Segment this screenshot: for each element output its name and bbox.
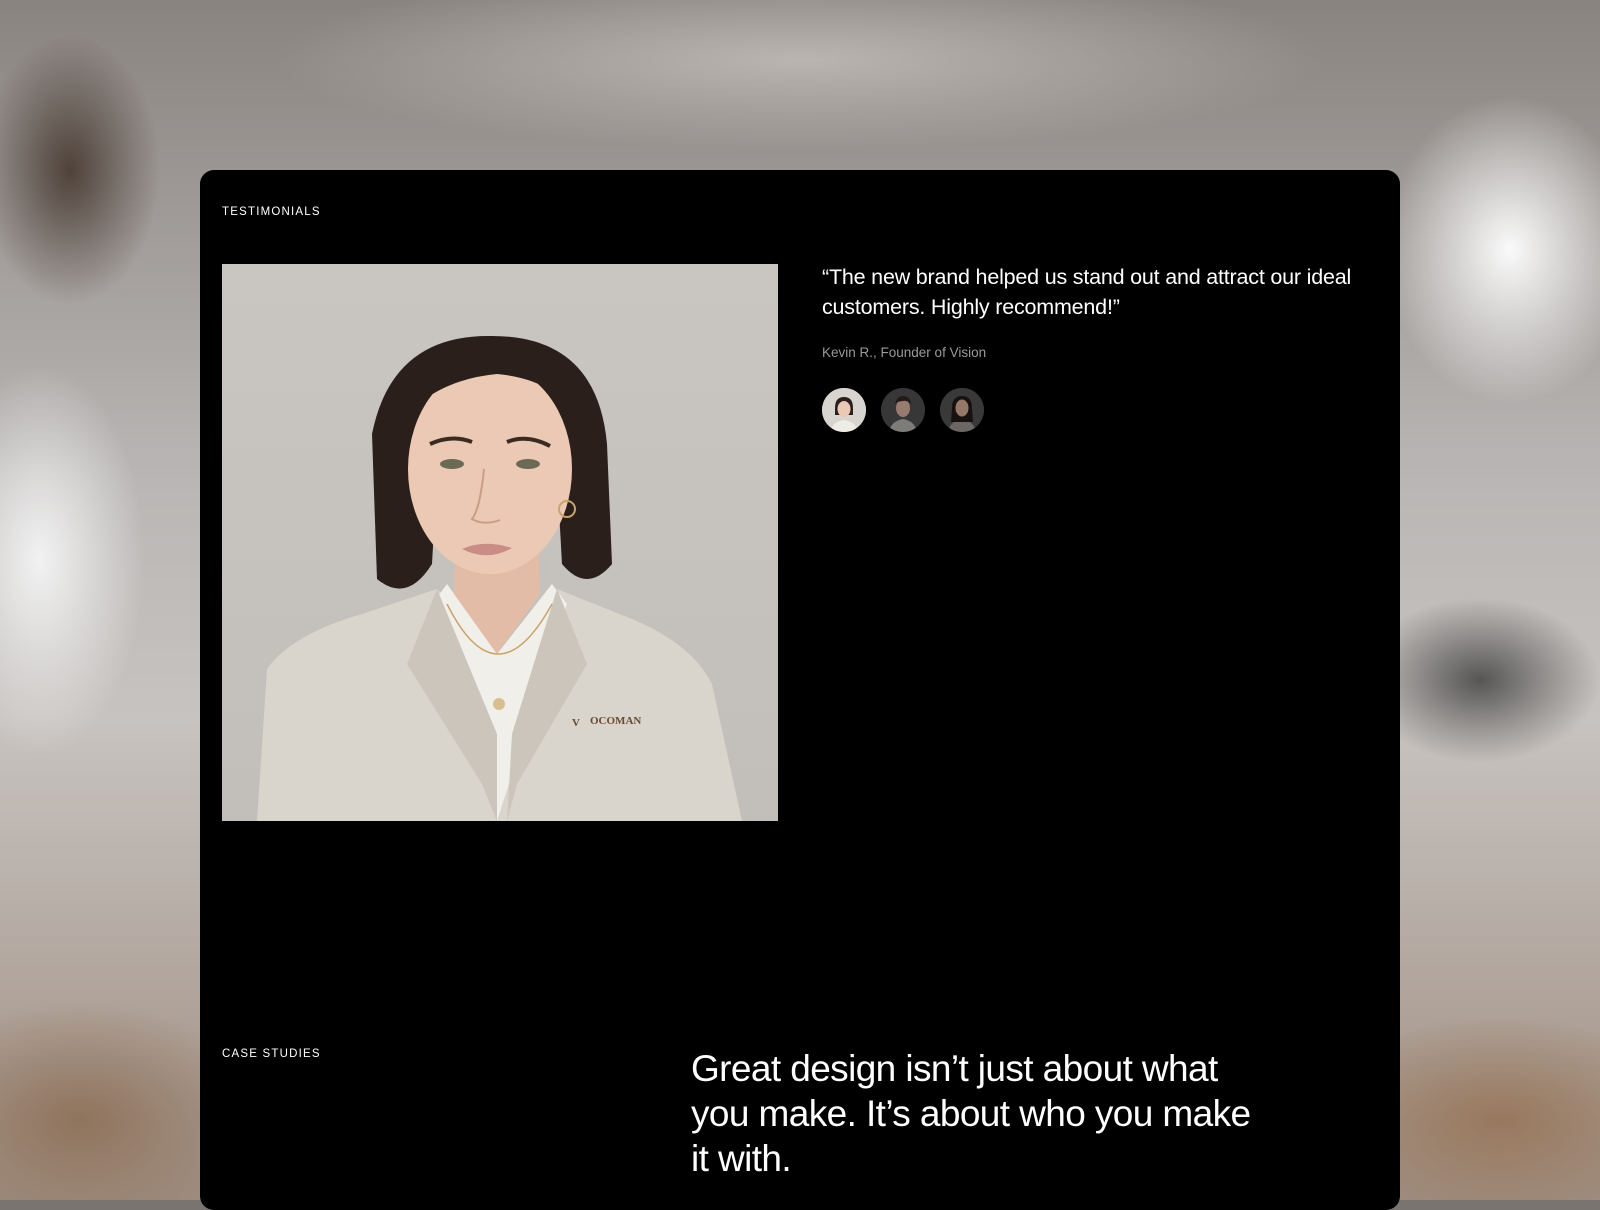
testimonial-avatar-selector — [822, 388, 984, 432]
testimonial-quote: “The new brand helped us stand out and a… — [822, 265, 1352, 319]
avatar-woman-light[interactable] — [822, 388, 866, 432]
avatar-man[interactable] — [881, 388, 925, 432]
avatar-woman-dark[interactable] — [940, 388, 984, 432]
testimonial-author: Kevin R., Founder of Vision — [822, 345, 987, 360]
content-card: TESTIMONIALS V OCOMAN “The new brand hel… — [200, 170, 1400, 1210]
case-studies-section-label: CASE STUDIES — [222, 1048, 321, 1060]
testimonials-section-label: TESTIMONIALS — [222, 206, 321, 218]
photo-brand-label: OCOMAN — [590, 715, 642, 727]
testimonial-photo: V OCOMAN — [222, 264, 778, 821]
case-studies-headline: Great design isn’t just about what you m… — [691, 1048, 1251, 1179]
svg-text:V: V — [572, 717, 580, 729]
